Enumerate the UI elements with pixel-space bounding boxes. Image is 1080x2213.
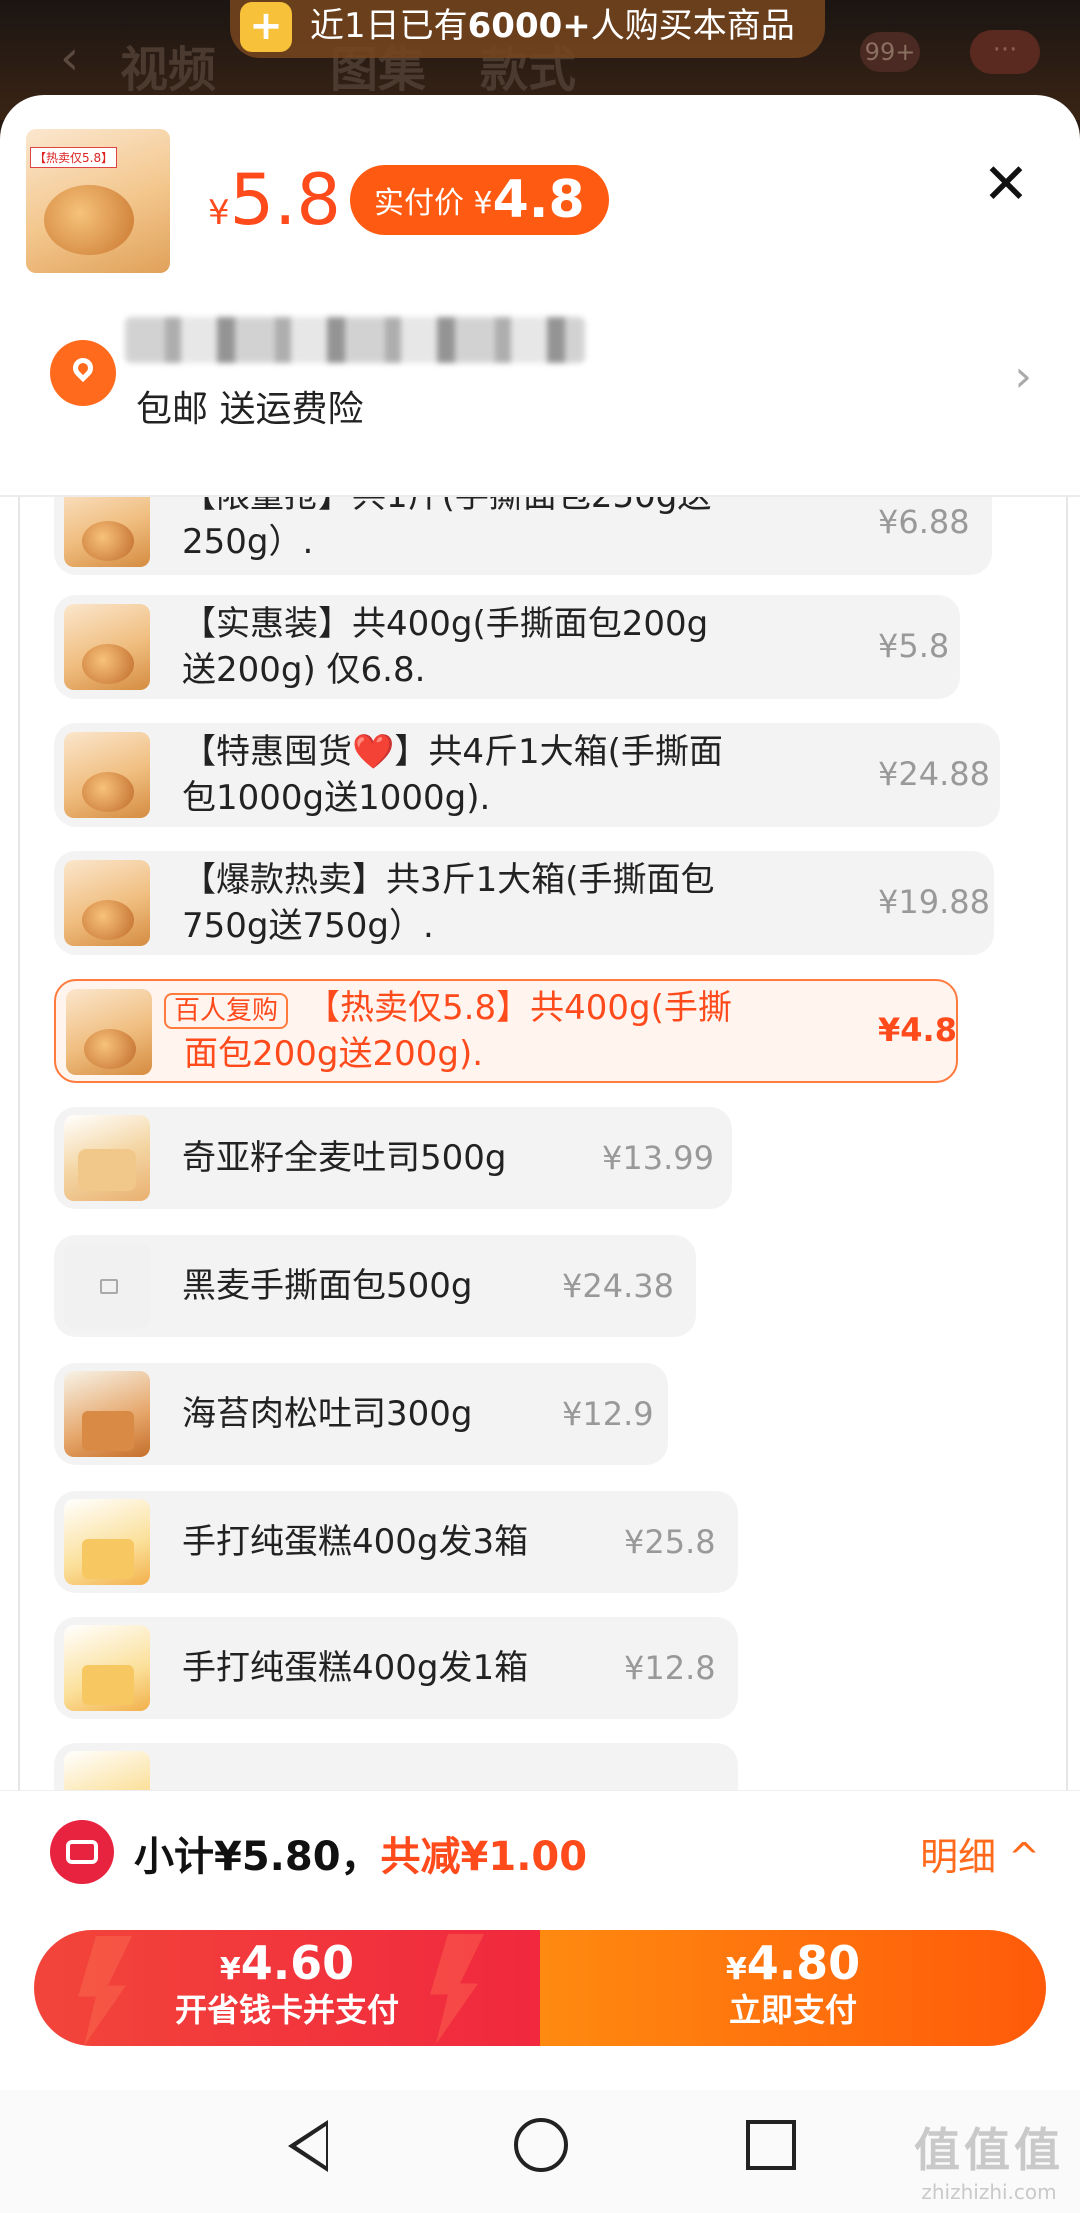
sku-thumbnail [64, 732, 150, 818]
sku-thumbnail [64, 1625, 150, 1711]
sku-option[interactable]: 黑麦手撕面包500g ¥24.38 [54, 1235, 696, 1337]
system-nav-bar: 值值值 zhizhizhi.com [0, 2090, 1080, 2213]
sku-option[interactable]: 手打纯蛋糕400g发1箱 ¥12.8 [54, 1617, 738, 1719]
sku-thumbnail [66, 989, 152, 1075]
back-triangle-icon[interactable] [288, 2120, 328, 2172]
sku-option[interactable]: 【爆款热卖】共3斤1大箱(手撕面包 750g送750g）. ¥19.88 [54, 851, 994, 955]
sku-option[interactable]: 【限量抢】共1斤(手撕面包250g送 250g）. ¥6.88 [54, 497, 992, 575]
product-thumbnail[interactable]: 【热卖仅5.8】 [26, 129, 170, 273]
actual-pay-chip: 实付价 ¥4.8 [350, 165, 609, 235]
product-price: ¥5.8 [208, 159, 341, 241]
sku-option[interactable]: 【实惠装】共400g(手撕面包200g 送200g) 仅6.8. ¥5.8 [54, 595, 960, 699]
tab-video: 视频 [120, 42, 217, 98]
sku-thumbnail [64, 1371, 150, 1457]
sku-option[interactable]: 【特惠囤货❤️】共4斤1大箱(手撕面 包1000g送1000g). ¥24.88 [54, 723, 1000, 827]
detail-toggle[interactable]: 明细 ^ [920, 1826, 1040, 1881]
image-placeholder-icon [100, 1279, 118, 1294]
back-arrow-icon: ‹ [60, 30, 80, 86]
subtotal: 小计¥5.80，共减¥1.00 [134, 1834, 588, 1880]
more-icon: ··· [970, 30, 1040, 74]
purchase-banner: + 近1日已有6000+人购买本商品 [230, 0, 825, 58]
sku-thumbnail [64, 1499, 150, 1585]
plus-icon: + [240, 2, 292, 52]
sku-option[interactable]: 海苔肉松吐司300g ¥12.9 [54, 1363, 668, 1465]
sku-thumbnail [64, 1243, 150, 1329]
sku-option[interactable]: 手打纯蛋糕400g发3箱 ¥25.8 [54, 1491, 738, 1593]
repurchase-badge: 百人复购 [164, 993, 289, 1029]
sku-thumbnail [64, 1115, 150, 1201]
shipping-info[interactable]: 包邮 送运费险 [136, 380, 363, 432]
sku-thumbnail [64, 604, 150, 690]
sku-thumbnail [64, 497, 150, 567]
coupon-icon [50, 1820, 114, 1884]
pay-now-button[interactable]: ¥4.80 立即支付 [540, 1930, 1046, 2046]
divider [0, 1790, 1080, 1791]
location-icon [50, 340, 116, 406]
savings-card-pay-button[interactable]: ¥4.60 开省钱卡并支付 [34, 1930, 540, 2046]
bread-image [44, 185, 134, 255]
chevron-right-icon[interactable]: › [1014, 351, 1032, 402]
address-blurred [125, 317, 585, 363]
watermark: 值值值 zhizhizhi.com [914, 2123, 1064, 2204]
recent-apps-icon[interactable] [746, 2120, 796, 2170]
close-icon[interactable]: ✕ [976, 155, 1036, 215]
sku-option-selected[interactable]: 百人复购 【热卖仅5.8】共400g(手撕 面包200g送200g). ¥4.8 [54, 979, 958, 1083]
sku-option-list[interactable]: 【限量抢】共1斤(手撕面包250g送 250g）. ¥6.88 【实惠装】共40… [18, 497, 1068, 1887]
sku-thumbnail [64, 860, 150, 946]
sku-option[interactable]: 奇亚籽全麦吐司500g ¥13.99 [54, 1107, 732, 1209]
cart-badge: 99+ [860, 32, 920, 72]
home-circle-icon[interactable] [514, 2118, 568, 2172]
